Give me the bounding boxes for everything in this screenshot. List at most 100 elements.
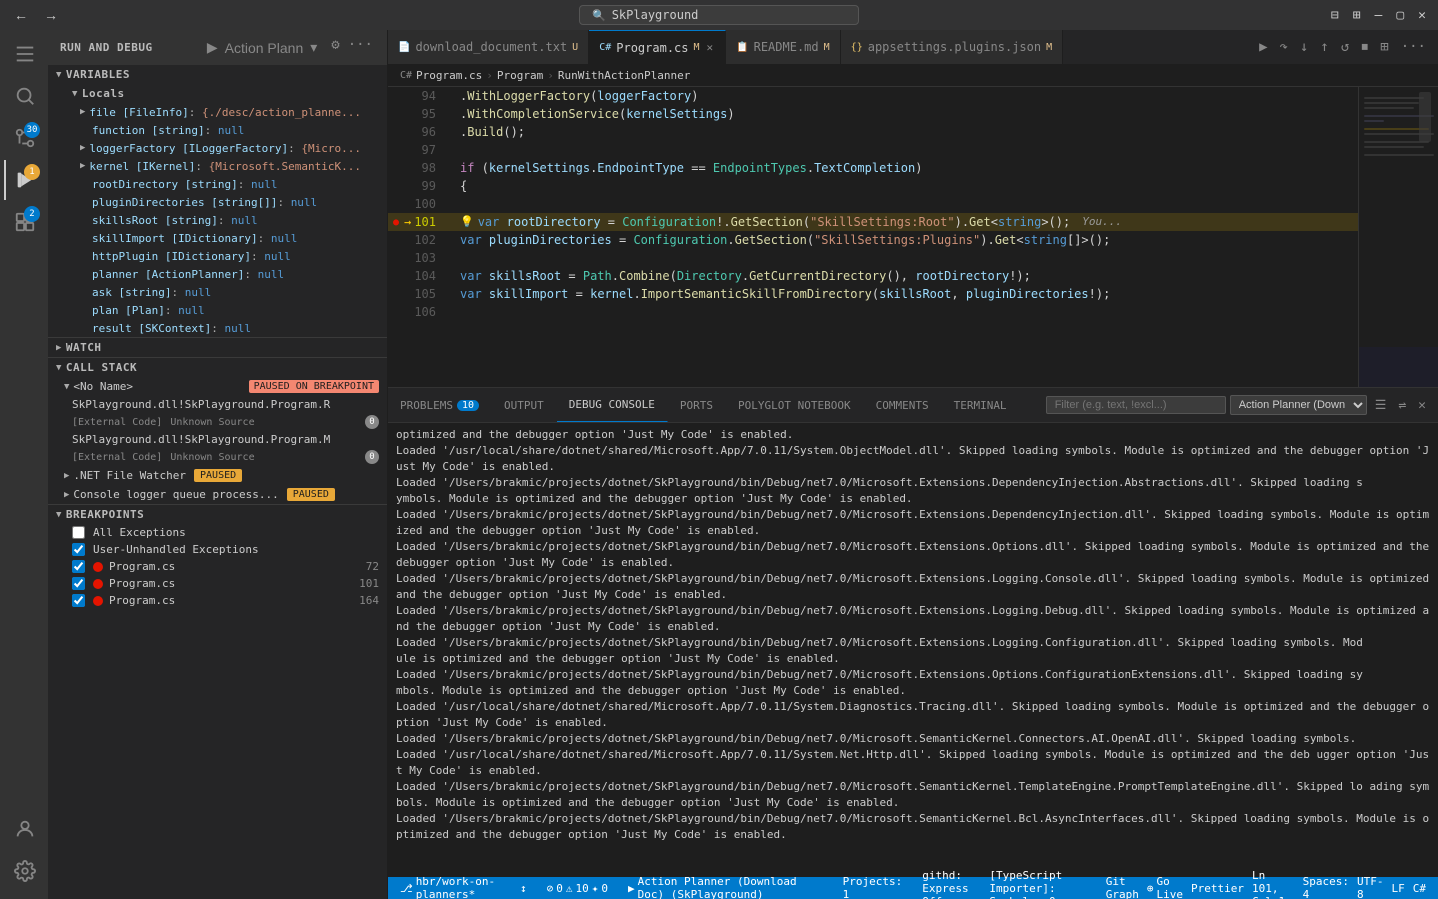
minimize-icon[interactable]: — (1371, 6, 1387, 25)
callstack-group-filewatcher[interactable]: ▶ .NET File Watcher PAUSED (48, 466, 387, 485)
layout-icon[interactable]: ⊟ (1327, 6, 1343, 25)
bp-all-checkbox[interactable] (72, 526, 85, 539)
tab-ports[interactable]: PORTS (668, 388, 726, 422)
callstack-group-consolelogger[interactable]: ▶ Console logger queue process... PAUSED (48, 485, 387, 504)
status-spaces[interactable]: Spaces: 4 (1299, 875, 1353, 899)
watch-header[interactable]: ▶ WATCH (48, 338, 387, 357)
tab-appsettings[interactable]: {} appsettings.plugins.json M (841, 30, 1063, 64)
more-icon[interactable]: ··· (346, 35, 375, 60)
tab-polyglot[interactable]: POLYGLOT NOTEBOOK (726, 388, 864, 422)
bp-user-unhandled[interactable]: User-Unhandled Exceptions (48, 541, 387, 558)
close-icon[interactable]: ✕ (1414, 6, 1430, 25)
panel-filter-input[interactable] (1046, 396, 1226, 414)
variables-header[interactable]: ▼ VARIABLES (48, 65, 387, 84)
var-result[interactable]: result [SKContext]: null (48, 319, 387, 337)
callstack-header[interactable]: ▼ CALL STACK (48, 358, 387, 377)
tab-program-cs[interactable]: C# Program.cs M ✕ (589, 30, 726, 64)
status-eol[interactable]: LF (1388, 882, 1409, 895)
var-plugindirectories[interactable]: pluginDirectories [string[]]: null (48, 193, 387, 211)
bp-72-checkbox[interactable] (72, 560, 85, 573)
sidebar-item-extensions[interactable]: 2 (4, 202, 44, 242)
debug-restart-icon[interactable]: ↺ (1337, 37, 1353, 57)
breakpoints-header[interactable]: ▼ BREAKPOINTS (48, 505, 387, 524)
sidebar-item-explorer[interactable] (4, 34, 44, 74)
status-projects[interactable]: Projects: 1 (839, 877, 907, 899)
panel-dropdown[interactable]: Action Planner (Down (1230, 395, 1367, 415)
callstack-item-1[interactable]: SkPlayground.dll!SkPlayground.Program.R (48, 396, 387, 413)
status-lang[interactable]: C# (1409, 882, 1430, 895)
log-line-6: Loaded '/Users/brakmic/projects/dotnet/S… (396, 603, 1430, 635)
tab-readme[interactable]: 📋 README.md M (726, 30, 841, 64)
status-errors[interactable]: ⊘ 0 ⚠ 10 ✦ 0 (543, 877, 612, 899)
tab-debug-console[interactable]: DEBUG CONSOLE (557, 388, 668, 422)
callstack-external-1[interactable]: [External Code] Unknown Source 0 (48, 413, 387, 431)
tab-download-doc[interactable]: 📄 download_document.txt U (388, 30, 589, 64)
panel-word-wrap-icon[interactable]: ⇌ (1394, 396, 1410, 415)
tab-terminal[interactable]: TERMINAL (942, 388, 1020, 422)
status-github[interactable]: githd: Express Off (918, 869, 985, 899)
debug-step-into-icon[interactable]: ↓ (1296, 37, 1312, 57)
sidebar-item-settings[interactable] (4, 851, 44, 891)
callstack-group-noname[interactable]: ▼ <No Name> PAUSED ON BREAKPOINT (48, 377, 387, 396)
action-plan-button[interactable]: ▶ Action Plann ▾ (199, 35, 325, 60)
bp-program-72[interactable]: Program.cs 72 (48, 558, 387, 575)
maximize-icon[interactable]: ▢ (1392, 6, 1408, 25)
var-file[interactable]: ▶ file [FileInfo]: {./desc/action_planne… (48, 103, 387, 121)
var-skillsroot[interactable]: skillsRoot [string]: null (48, 211, 387, 229)
sidebar-item-run-debug[interactable]: 1 (4, 160, 44, 200)
tab-close-2[interactable]: ✕ (705, 41, 716, 54)
bp-101-checkbox[interactable] (72, 577, 85, 590)
bp-all-exceptions[interactable]: All Exceptions (48, 524, 387, 541)
panel-close-icon[interactable]: ✕ (1414, 396, 1430, 415)
status-branch[interactable]: ⎇ hbr/work-on-planners* (396, 877, 504, 899)
status-git-graph[interactable]: Git Graph (1102, 875, 1143, 899)
search-bar[interactable]: 🔍 SkPlayground (579, 5, 859, 25)
lightbulb-icon[interactable]: 💡 (460, 213, 474, 231)
tab-output[interactable]: OUTPUT (492, 388, 557, 422)
debug-step-over-icon[interactable]: ↷ (1276, 37, 1292, 57)
callstack-item-2[interactable]: SkPlayground.dll!SkPlayground.Program.M (48, 431, 387, 448)
status-line-col[interactable]: Ln 101, Col 1 (1248, 869, 1299, 899)
config-icon[interactable]: ⚙ (329, 35, 341, 60)
status-debug-action[interactable]: ▶ Action Planner (Download Doc) (SkPlayg… (624, 877, 827, 899)
var-planner[interactable]: planner [ActionPlanner]: null (48, 265, 387, 283)
forward-button[interactable]: → (38, 5, 64, 25)
more-actions-icon[interactable]: ··· (1397, 37, 1430, 57)
status-encoding[interactable]: UTF-8 (1353, 875, 1388, 899)
tab-problems[interactable]: PROBLEMS 10 (388, 388, 492, 422)
panel-list-icon[interactable]: ☰ (1371, 396, 1391, 415)
split-editor-icon[interactable]: ⊞ (1376, 37, 1392, 57)
bc-method[interactable]: RunWithActionPlanner (558, 69, 690, 82)
bc-program[interactable]: Program (497, 69, 543, 82)
var-function[interactable]: function [string]: null (48, 121, 387, 139)
sidebar-item-search[interactable] (4, 76, 44, 116)
tab-label-3: README.md (754, 40, 819, 54)
var-httpplugin[interactable]: httpPlugin [IDictionary]: null (48, 247, 387, 265)
status-sync[interactable]: ↕ (516, 877, 531, 899)
debug-continue-icon[interactable]: ▶ (1255, 37, 1271, 57)
tab-modified-1: U (572, 42, 578, 53)
bp-164-checkbox[interactable] (72, 594, 85, 607)
var-loggerfactory[interactable]: ▶ loggerFactory [ILoggerFactory]: {Micro… (48, 139, 387, 157)
debug-step-out-icon[interactable]: ↑ (1316, 37, 1332, 57)
sidebar-item-accounts[interactable] (4, 809, 44, 849)
var-skillimport[interactable]: skillImport [IDictionary]: null (48, 229, 387, 247)
var-ask[interactable]: ask [string]: null (48, 283, 387, 301)
split-icon[interactable]: ⊞ (1349, 6, 1365, 25)
var-kernel[interactable]: ▶ kernel [IKernel]: {Microsoft.SemanticK… (48, 157, 387, 175)
tab-comments[interactable]: COMMENTS (864, 388, 942, 422)
var-rootdirectory[interactable]: rootDirectory [string]: null (48, 175, 387, 193)
back-button[interactable]: ← (8, 5, 34, 25)
locals-header[interactable]: ▼ Locals (48, 84, 387, 103)
bp-program-164[interactable]: Program.cs 164 (48, 592, 387, 609)
callstack-external-2[interactable]: [External Code] Unknown Source 0 (48, 448, 387, 466)
bp-program-101[interactable]: Program.cs 101 (48, 575, 387, 592)
status-go-live[interactable]: ⊕ Go Live (1143, 875, 1187, 899)
status-ts-importer[interactable]: [TypeScript Importer]: Symbols: 0 (985, 869, 1101, 899)
bc-program-cs[interactable]: Program.cs (416, 69, 482, 82)
debug-stop-icon[interactable]: ⏹ (1357, 37, 1372, 57)
sidebar-item-source-control[interactable]: 30 (4, 118, 44, 158)
status-prettier[interactable]: Prettier (1187, 882, 1248, 895)
var-plan[interactable]: plan [Plan]: null (48, 301, 387, 319)
bp-user-checkbox[interactable] (72, 543, 85, 556)
